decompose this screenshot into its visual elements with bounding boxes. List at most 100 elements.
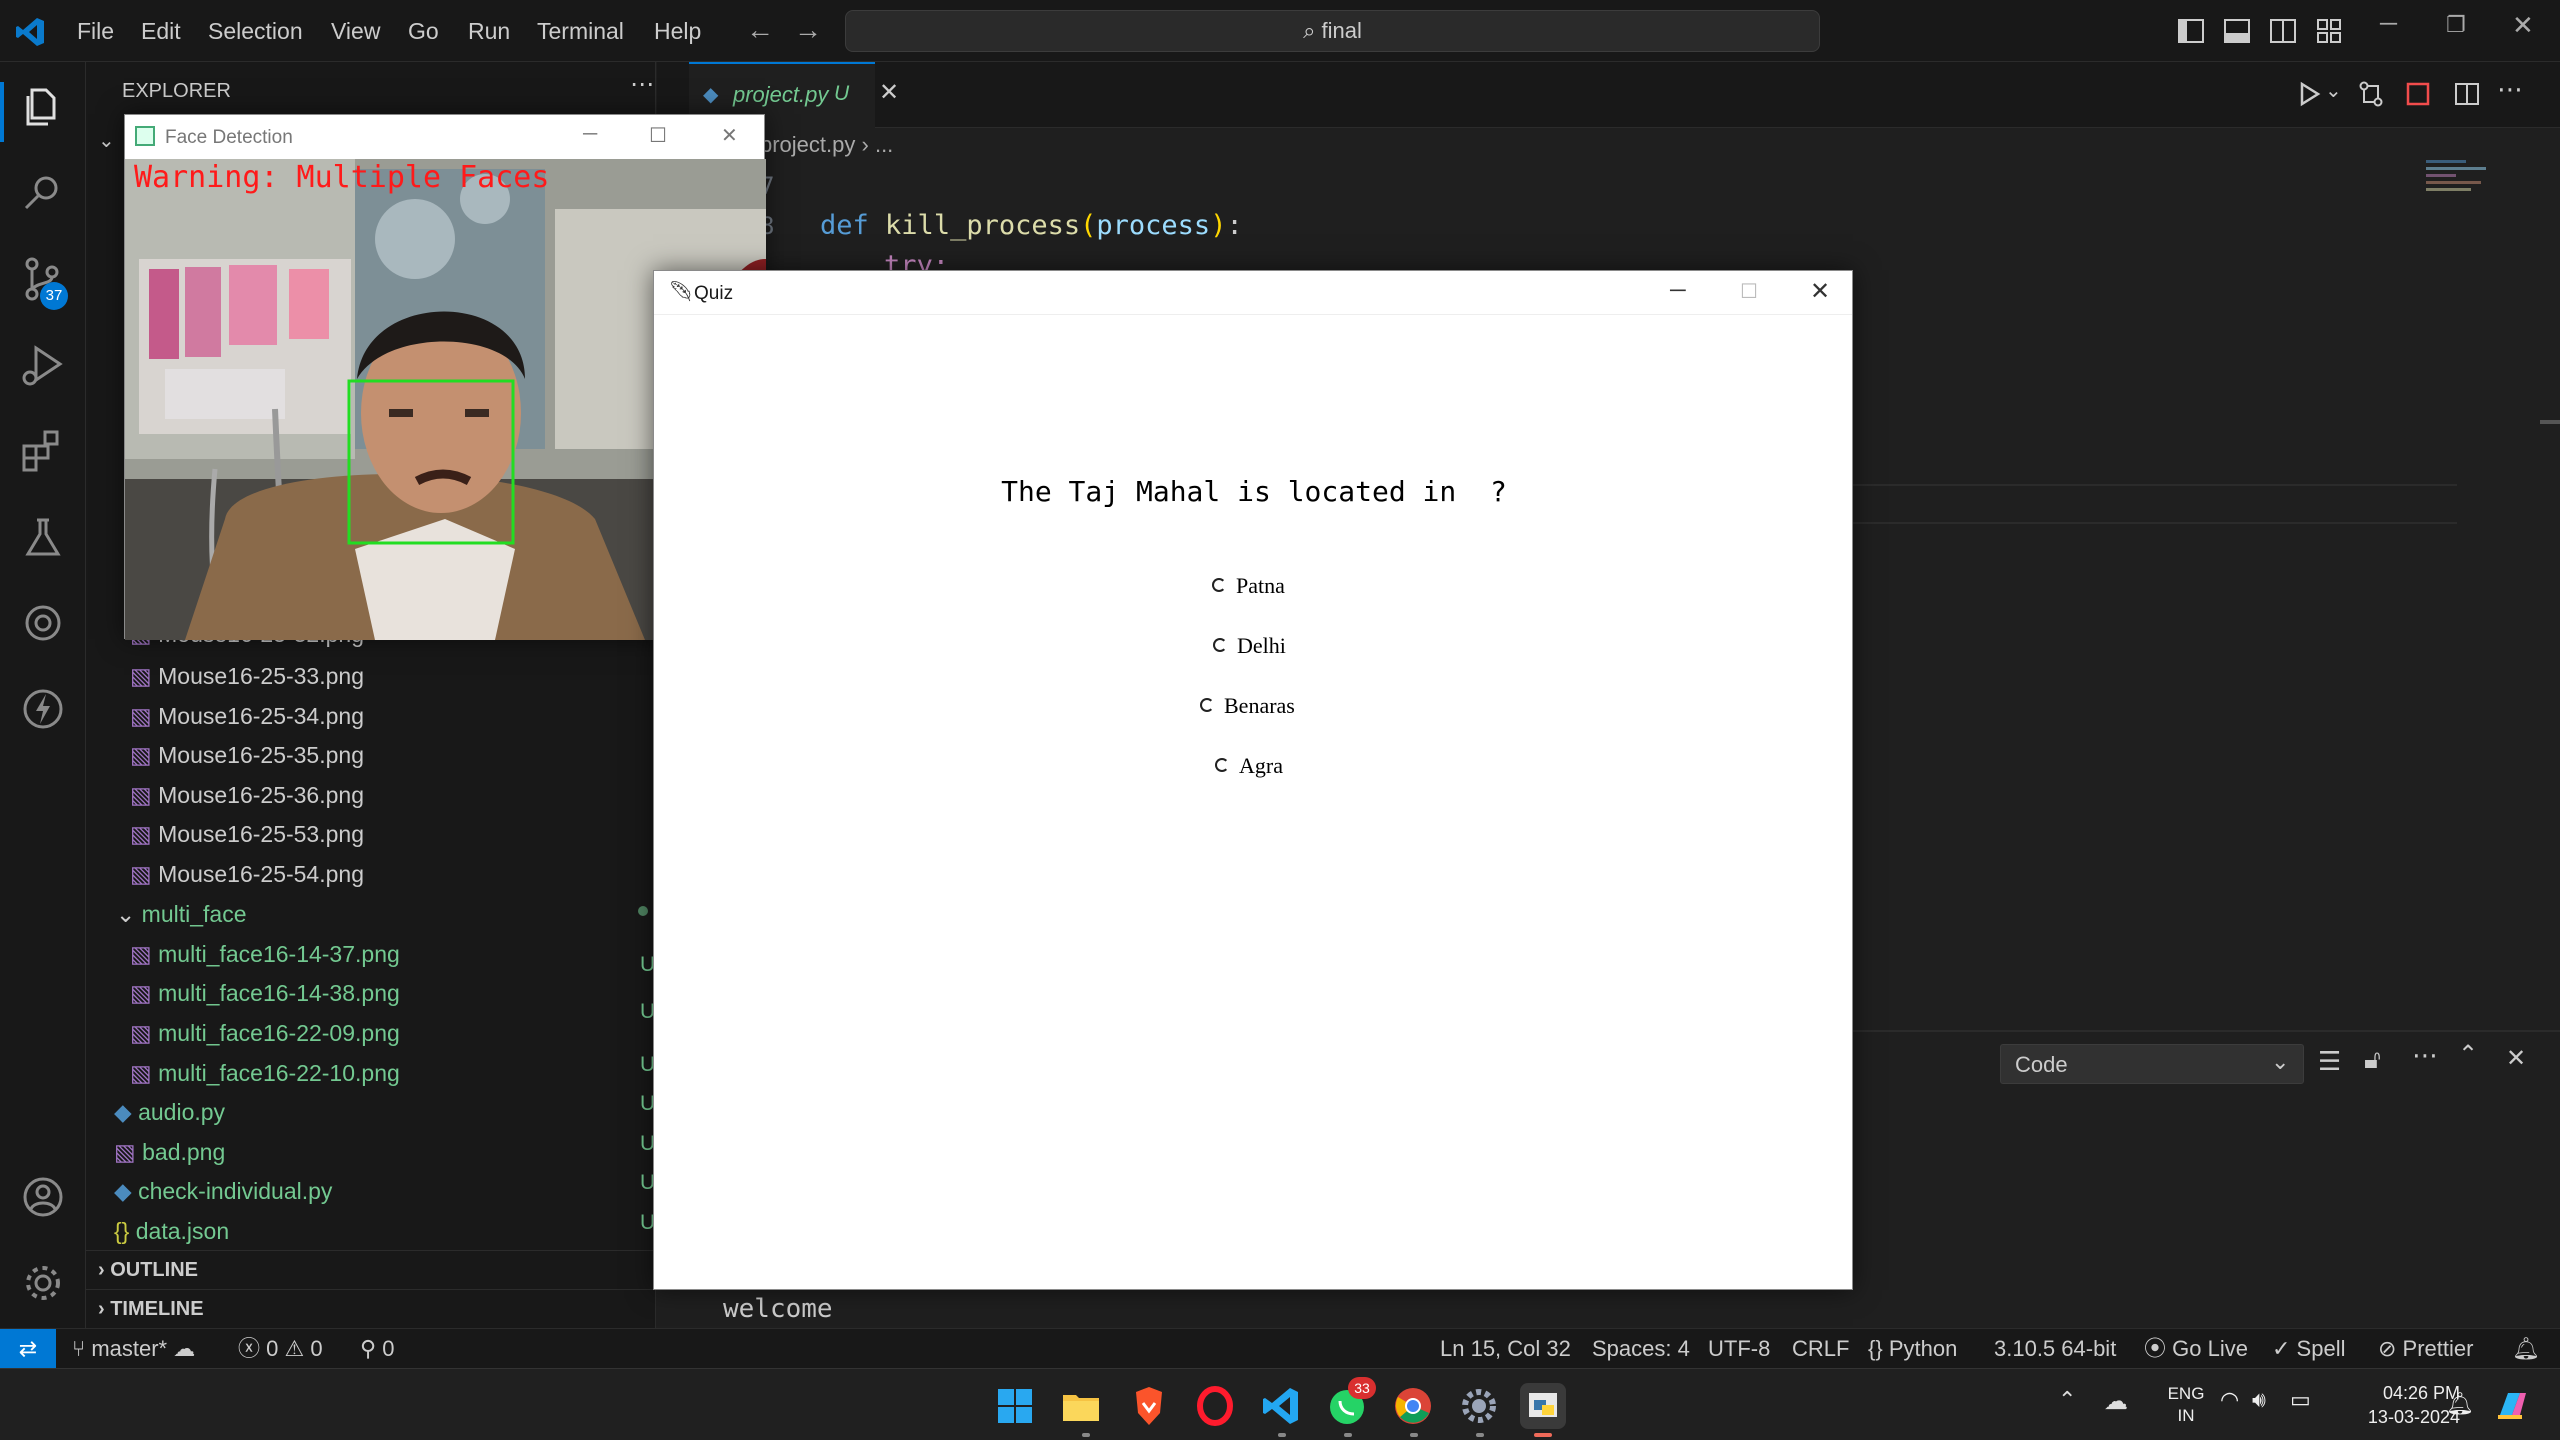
battery-icon[interactable]: ▭ <box>2290 1387 2311 1413</box>
maximize-panel-icon[interactable]: ⌃ <box>2458 1040 2478 1069</box>
customize-layout-icon[interactable] <box>2314 16 2344 46</box>
onedrive-icon[interactable]: ☁ <box>2104 1387 2128 1416</box>
editor-more-icon[interactable]: ⋯ <box>2497 74 2523 105</box>
minimize-icon[interactable]: ─ <box>583 123 597 146</box>
scrollbar-marker[interactable] <box>2540 420 2560 424</box>
volume-icon[interactable]: 🔊︎ <box>2252 1387 2266 1413</box>
file-explorer-icon[interactable] <box>1058 1383 1104 1429</box>
brave-browser-icon[interactable] <box>1126 1383 1172 1429</box>
go-live-button[interactable]: ⦿ Go Live <box>2144 1329 2248 1369</box>
minimap[interactable] <box>2426 160 2496 220</box>
prettier-status[interactable]: ⊘ Prettier <box>2378 1329 2473 1369</box>
timeline-section[interactable]: › TIMELINE <box>98 1289 204 1329</box>
folder-row[interactable]: ⌄ multi_face <box>116 894 247 934</box>
toggle-panel-icon[interactable] <box>2222 16 2252 46</box>
stop-icon[interactable] <box>2405 81 2431 107</box>
whatsapp-icon[interactable]: 33 <box>1324 1377 1376 1429</box>
run-debug-icon[interactable] <box>18 340 68 390</box>
command-center[interactable]: ⌕ final <box>845 10 1820 52</box>
clock[interactable]: 04:26 PM 13-03-2024 <box>2330 1381 2460 1429</box>
line-ending[interactable]: CRLF <box>1792 1329 1849 1369</box>
file-row[interactable]: ▧ multi_face16-14-37.png <box>130 934 400 974</box>
thunder-client-icon[interactable] <box>18 684 68 734</box>
radio-button[interactable] <box>1212 578 1226 592</box>
notification-bell-icon[interactable]: 🔔︎ <box>2446 1391 2474 1417</box>
language-indicator[interactable]: ENG IN <box>2156 1383 2216 1427</box>
problems-indicator[interactable]: ⓧ 0 ⚠ 0 <box>238 1329 323 1369</box>
maximize-icon[interactable]: ☐ <box>649 123 667 148</box>
search-view-icon[interactable] <box>18 168 68 218</box>
chevron-down-icon[interactable]: ⌄ <box>98 128 115 153</box>
menu-view[interactable]: View <box>331 0 380 62</box>
radio-button[interactable] <box>1213 638 1227 652</box>
outline-section[interactable]: › OUTLINE <box>98 1250 198 1290</box>
windows-start-icon[interactable] <box>992 1383 1038 1429</box>
manage-gear-icon[interactable] <box>18 1258 68 1308</box>
file-row[interactable]: ▧ multi_face16-22-09.png <box>130 1013 400 1053</box>
quiz-window-titlebar[interactable]: 🪶︎ Quiz ─ ☐ ✕ <box>654 271 1852 315</box>
chrome-icon[interactable] <box>1390 1383 1436 1429</box>
close-icon[interactable]: ✕ <box>2512 10 2534 41</box>
toggle-primary-sidebar-icon[interactable] <box>2176 16 2206 46</box>
vscode-taskbar-icon[interactable] <box>1258 1383 1304 1429</box>
menu-file[interactable]: File <box>77 0 114 62</box>
indentation[interactable]: Spaces: 4 <box>1592 1329 1690 1369</box>
explorer-icon[interactable] <box>18 82 68 132</box>
forward-arrow-icon[interactable]: → <box>794 14 822 46</box>
file-row[interactable]: ▧ Mouse16-25-53.png <box>130 814 364 854</box>
python-app-icon[interactable] <box>1520 1383 1566 1429</box>
maximize-icon[interactable]: ☐ <box>1740 279 1758 304</box>
menu-selection[interactable]: Selection <box>208 0 303 62</box>
branch-indicator[interactable]: ⑂ master* ☁ <box>72 1329 195 1369</box>
file-row[interactable]: {} data.json <box>114 1211 229 1251</box>
run-dropdown-icon[interactable]: ⌄ <box>2325 78 2342 103</box>
face-window-titlebar[interactable]: Face Detection ─ ☐ ✕ <box>125 115 764 159</box>
file-row[interactable]: ▧ Mouse16-25-54.png <box>130 854 364 894</box>
ports-indicator[interactable]: ⚲ 0 <box>360 1329 394 1369</box>
file-row[interactable]: ▧ Mouse16-25-34.png <box>130 696 364 736</box>
copilot-icon[interactable] <box>2492 1385 2532 1425</box>
split-editor-icon[interactable] <box>2453 80 2481 108</box>
file-row[interactable]: ◆ audio.py <box>114 1092 225 1132</box>
menu-help[interactable]: Help <box>654 0 701 62</box>
opera-browser-icon[interactable] <box>1192 1383 1238 1429</box>
clear-output-icon[interactable]: ☰ <box>2318 1046 2341 1077</box>
file-row[interactable]: ▧ Mouse16-25-33.png <box>130 656 364 696</box>
minimize-icon[interactable]: ─ <box>1670 277 1686 303</box>
source-control-icon[interactable]: 37 <box>18 254 68 310</box>
show-hidden-icons-icon[interactable]: ⌃ <box>2058 1387 2076 1413</box>
notifications-bell-icon[interactable]: 🔔︎ <box>2512 1329 2540 1369</box>
code-line[interactable]: def kill_process(process): <box>820 210 1243 241</box>
lock-scroll-icon[interactable]: 🔓︎ <box>2364 1044 2381 1076</box>
output-channel-select[interactable]: Code ⌄ <box>2000 1044 2304 1084</box>
testing-flask-icon[interactable] <box>18 512 68 562</box>
explorer-more-icon[interactable]: ⋯ <box>630 70 654 99</box>
spell-check[interactable]: ✓ Spell <box>2272 1329 2345 1369</box>
close-panel-icon[interactable]: ✕ <box>2506 1044 2526 1073</box>
settings-icon[interactable] <box>1456 1383 1502 1429</box>
cursor-position[interactable]: Ln 15, Col 32 <box>1440 1329 1571 1369</box>
language-mode[interactable]: {} Python <box>1868 1329 1957 1369</box>
panel-more-icon[interactable]: ⋯ <box>2412 1040 2438 1071</box>
breadcrumb-file[interactable]: project.py <box>760 132 855 157</box>
menu-edit[interactable]: Edit <box>141 0 181 62</box>
extensions-icon[interactable] <box>18 426 68 476</box>
close-icon[interactable]: ✕ <box>721 123 738 148</box>
file-row[interactable]: ▧ bad.png <box>114 1132 225 1172</box>
menu-run[interactable]: Run <box>468 0 510 62</box>
encoding[interactable]: UTF-8 <box>1708 1329 1770 1369</box>
python-interpreter[interactable]: 3.10.5 64-bit <box>1994 1329 2116 1369</box>
radio-button[interactable] <box>1200 698 1214 712</box>
tab-close-icon[interactable]: ✕ <box>879 78 899 107</box>
wifi-icon[interactable]: ◠ <box>2220 1387 2239 1413</box>
restore-icon[interactable]: ❐ <box>2446 12 2466 38</box>
menu-go[interactable]: Go <box>408 0 439 62</box>
minimize-icon[interactable]: ─ <box>2380 10 2397 38</box>
radio-button[interactable] <box>1215 758 1229 772</box>
toggle-secondary-sidebar-icon[interactable] <box>2268 16 2298 46</box>
run-python-icon[interactable] <box>2295 80 2323 108</box>
chatgpt-icon[interactable] <box>18 598 68 648</box>
compare-changes-icon[interactable] <box>2357 80 2385 108</box>
breadcrumb-more[interactable]: ... <box>875 132 893 157</box>
file-row[interactable]: ▧ Mouse16-25-35.png <box>130 735 364 775</box>
